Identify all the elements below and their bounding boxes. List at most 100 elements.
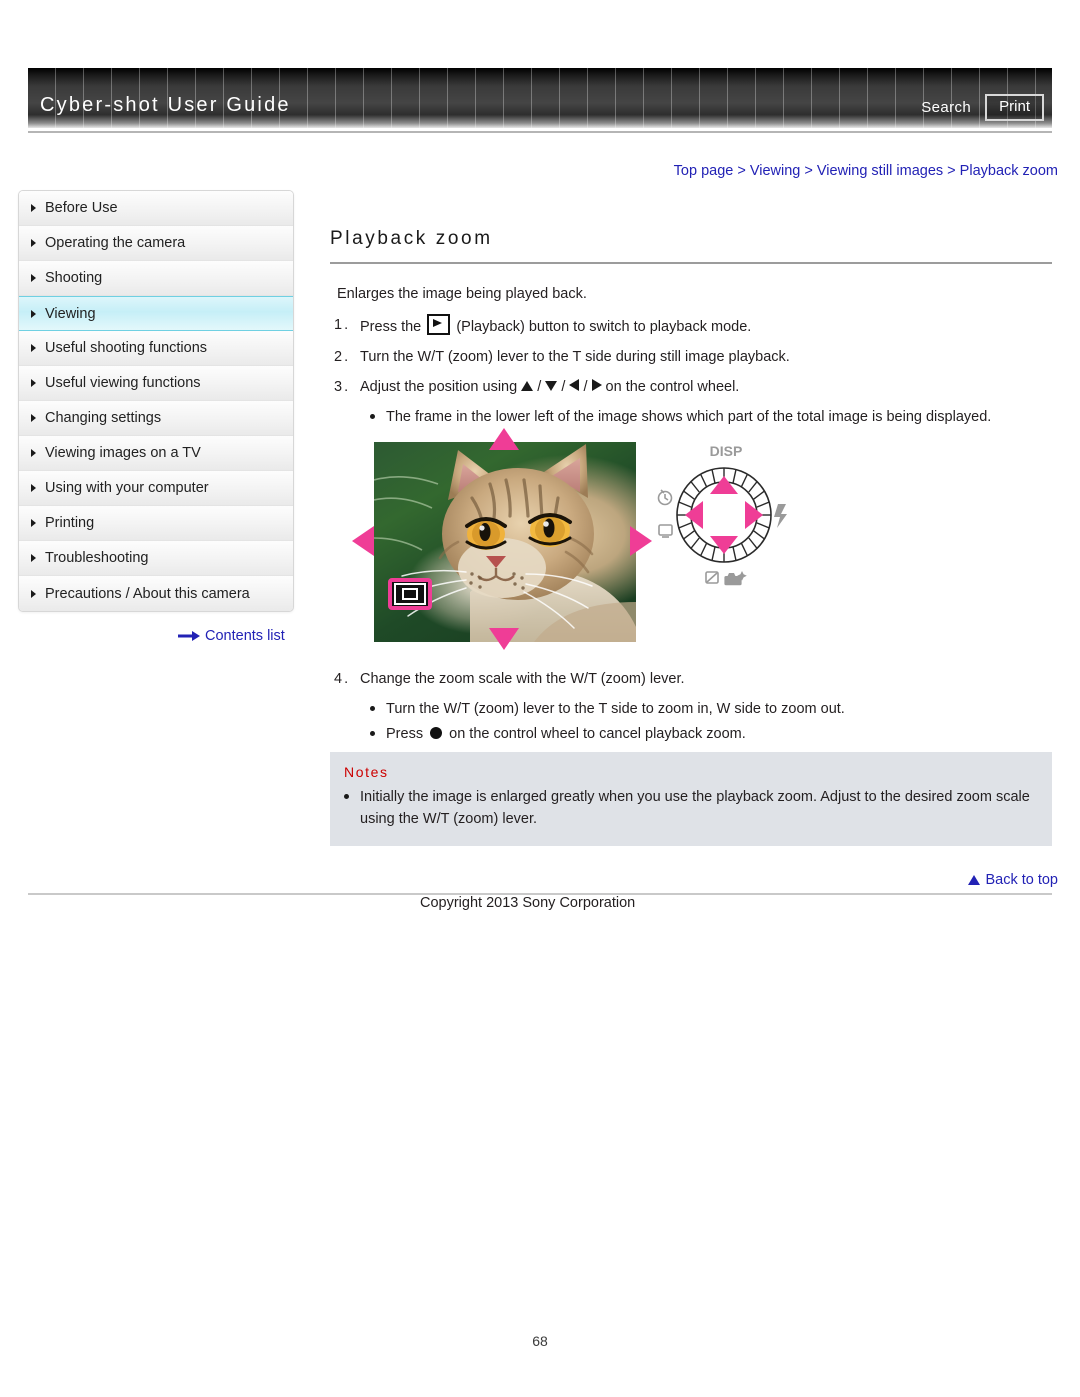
print-button[interactable]: Print xyxy=(985,94,1044,121)
playback-zoom-figure: DISP xyxy=(352,428,798,652)
step-4-group: 4. Change the zoom scale with the W/T (z… xyxy=(334,668,1052,748)
sidebar-item-shooting[interactable]: Shooting xyxy=(19,261,293,296)
slash-3: / xyxy=(583,379,588,395)
sidebar-item-label: Useful viewing functions xyxy=(45,375,201,391)
cat-illustration xyxy=(374,444,636,642)
chevron-right-icon xyxy=(31,554,36,562)
header-divider xyxy=(28,131,1052,133)
sidebar-item-operating-the-camera[interactable]: Operating the camera xyxy=(19,226,293,261)
intro-text: Enlarges the image being played back. xyxy=(337,286,587,302)
steps-list: 1. Press the (Playback) button to switch… xyxy=(334,314,1052,431)
step-4-bullet-2-post: on the control wheel to cancel playback … xyxy=(449,726,746,742)
step-1: 1. Press the (Playback) button to switch… xyxy=(334,314,1052,338)
notes-item-1-text: Initially the image is enlarged greatly … xyxy=(360,789,1030,827)
step-2-number: 2. xyxy=(334,349,351,365)
sidebar-item-changing-settings[interactable]: Changing settings xyxy=(19,401,293,436)
search-button[interactable]: Search xyxy=(921,99,971,116)
slash-2: / xyxy=(561,379,566,395)
chevron-right-icon xyxy=(31,379,36,387)
step-1-pre: Press the xyxy=(360,319,422,335)
chevron-right-icon xyxy=(31,449,36,457)
contents-list-label: Contents list xyxy=(205,628,285,644)
copyright-text: Copyright 2013 Sony Corporation xyxy=(420,895,636,911)
bullet-dot-icon xyxy=(370,731,375,736)
sidebar-item-useful-shooting-functions[interactable]: Useful shooting functions xyxy=(19,331,293,366)
step-3-bullet-1: The frame in the lower left of the image… xyxy=(334,406,1052,428)
sidebar-item-useful-viewing-functions[interactable]: Useful viewing functions xyxy=(19,366,293,401)
chevron-right-icon xyxy=(31,274,36,282)
self-timer-icon xyxy=(657,489,673,506)
sidebar-item-label: Using with your computer xyxy=(45,480,209,496)
header-bar: Cyber-shot User Guide Search Print xyxy=(28,68,1052,128)
sidebar-item-viewing[interactable]: Viewing xyxy=(19,296,293,331)
sidebar-item-label: Viewing xyxy=(45,305,96,322)
chevron-right-icon xyxy=(31,519,36,527)
step-3: 3. Adjust the position using / / / on th… xyxy=(334,376,1052,398)
chevron-right-icon xyxy=(31,484,36,492)
playback-button-icon xyxy=(427,314,451,335)
site-header: Cyber-shot User Guide Search Print xyxy=(28,68,1052,136)
frame-inner xyxy=(402,588,418,600)
step-3-post: on the control wheel. xyxy=(605,379,740,395)
arrow-left-icon xyxy=(569,379,580,391)
step-4: 4. Change the zoom scale with the W/T (z… xyxy=(334,668,1052,690)
header-actions: Search Print xyxy=(921,94,1044,121)
pan-arrow-up-icon xyxy=(489,428,519,450)
article-title: Playback zoom xyxy=(330,228,493,249)
photo-creativity-icon xyxy=(724,571,747,586)
chevron-right-icon xyxy=(31,344,36,352)
sidebar-item-printing[interactable]: Printing xyxy=(19,506,293,541)
step-4-bullet-2: Press on the control wheel to cancel pla… xyxy=(334,723,1052,745)
pan-arrow-down-icon xyxy=(489,628,519,650)
pan-arrow-left-icon xyxy=(352,526,374,556)
step-1-number: 1. xyxy=(334,317,351,333)
step-3-bullets: The frame in the lower left of the image… xyxy=(334,406,1052,428)
breadcrumb[interactable]: Top page > Viewing > Viewing still image… xyxy=(674,163,1058,179)
position-frame-indicator xyxy=(388,578,432,610)
step-4-text: Change the zoom scale with the W/T (zoom… xyxy=(360,671,685,687)
sidebar-item-label: Operating the camera xyxy=(45,235,186,251)
sidebar-nav: Before Use Operating the camera Shooting Vi… xyxy=(18,190,294,612)
contents-list-link[interactable]: Contents list xyxy=(178,628,285,644)
sidebar-item-troubleshooting[interactable]: Troubleshooting xyxy=(19,541,293,576)
frame-outer xyxy=(394,583,426,605)
step-3-number: 3. xyxy=(334,379,351,395)
step-4-bullet-2-text: Press on the control wheel to cancel pla… xyxy=(386,723,746,745)
sidebar-item-viewing-images-on-a-tv[interactable]: Viewing images on a TV xyxy=(19,436,293,471)
arrow-right-icon xyxy=(178,631,200,641)
chevron-right-icon xyxy=(31,414,36,422)
step-2-text: Turn the W/T (zoom) lever to the T side … xyxy=(360,349,790,365)
sidebar-item-precautions-about-this-camera[interactable]: Precautions / About this camera xyxy=(19,576,293,611)
chevron-right-icon xyxy=(31,589,36,598)
arrow-right-dir-icon xyxy=(591,379,602,391)
bullet-dot-icon xyxy=(370,706,375,711)
bullet-dot-icon xyxy=(344,794,349,799)
step-3-text: Adjust the position using / / / on the c… xyxy=(360,376,1052,398)
triangle-up-icon xyxy=(968,875,981,885)
step-4-bullet-1-text: Turn the W/T (zoom) lever to the T side … xyxy=(386,701,845,717)
page-title-logo: Cyber-shot User Guide xyxy=(40,94,291,116)
control-wheel-diagram: DISP xyxy=(657,443,787,586)
flash-icon xyxy=(774,504,787,528)
sidebar-item-label: Printing xyxy=(45,515,95,531)
sidebar-item-label: Before Use xyxy=(45,200,118,216)
step-4-bullets: Turn the W/T (zoom) lever to the T side … xyxy=(334,698,1052,745)
back-to-top-link[interactable]: Back to top xyxy=(968,872,1058,888)
back-to-top-label: Back to top xyxy=(985,872,1058,888)
notes-item-1: Initially the image is enlarged greatly … xyxy=(344,786,1038,830)
chevron-right-icon xyxy=(31,204,36,212)
sidebar-item-before-use[interactable]: Before Use xyxy=(19,191,293,226)
step-1-post: (Playback) button to switch to playback … xyxy=(456,319,752,335)
center-button-icon xyxy=(430,727,443,739)
arrow-down-icon xyxy=(545,381,558,391)
step-1-text: Press the (Playback) button to switch to… xyxy=(360,314,1052,338)
step-4-bullet-1: Turn the W/T (zoom) lever to the T side … xyxy=(334,698,1052,720)
sidebar-item-using-with-your-computer[interactable]: Using with your computer xyxy=(19,471,293,506)
chevron-right-icon xyxy=(31,309,36,318)
step-2: 2. Turn the W/T (zoom) lever to the T si… xyxy=(334,346,1052,368)
sidebar-item-label: Viewing images on a TV xyxy=(45,445,201,461)
wheel-disp-label: DISP xyxy=(710,443,743,459)
cat-photo xyxy=(374,442,636,642)
slash-1: / xyxy=(537,379,542,395)
sidebar-item-label: Changing settings xyxy=(45,410,162,426)
